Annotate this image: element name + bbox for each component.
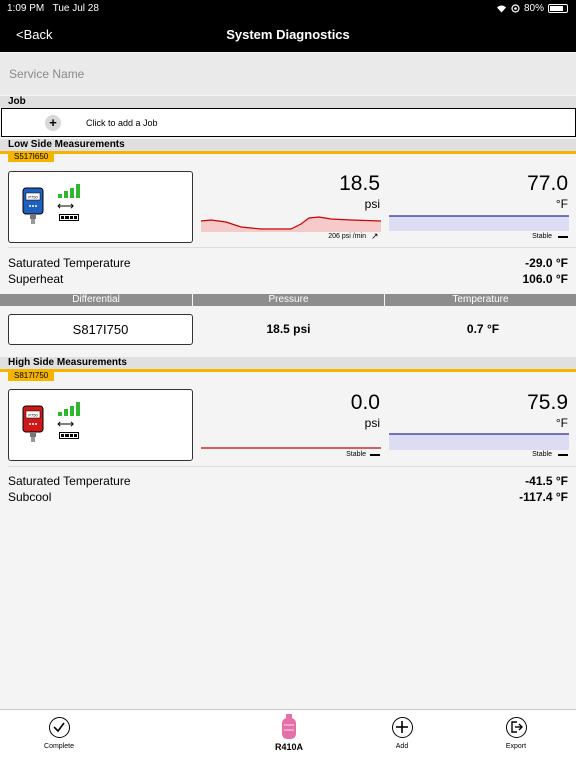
device-battery-icon — [59, 432, 79, 439]
device-battery-icon — [59, 214, 79, 221]
complete-label: Complete — [44, 743, 74, 750]
nav-bar: <Back System Diagnostics — [0, 18, 576, 52]
high-sat-temp-value: -41.5 °F — [525, 474, 568, 488]
refrigerant-label: R410A — [274, 742, 303, 752]
add-job-button[interactable]: + Click to add a Job — [1, 108, 576, 137]
job-header: Job — [0, 96, 576, 108]
high-temperature-unit: °F — [555, 416, 568, 430]
export-button[interactable]: Export — [476, 710, 556, 768]
high-pressure-unit: psi — [364, 416, 380, 430]
low-pressure-unit: psi — [364, 197, 380, 211]
differential-pressure-header: Pressure — [193, 294, 384, 306]
plus-icon: + — [45, 115, 61, 131]
complete-button[interactable]: Complete — [19, 710, 99, 768]
refrigerant-cylinder-icon — [282, 714, 296, 739]
high-side-serial-tag: S817I750 — [8, 371, 55, 381]
low-side-divider — [8, 247, 576, 248]
add-button[interactable]: Add — [362, 710, 442, 768]
low-side-device-card[interactable]: P750 ⟷ — [8, 171, 193, 243]
add-circle-icon — [392, 717, 413, 738]
high-side-divider — [8, 466, 576, 467]
stable-dash — [558, 454, 568, 456]
high-temperature-graph — [389, 433, 569, 450]
differential-temperature-header: Temperature — [385, 294, 576, 306]
low-temperature-unit: °F — [555, 197, 568, 211]
stable-dash — [370, 454, 380, 456]
differential-header: Differential — [0, 294, 192, 306]
bidirectional-arrow-icon: ⟷ — [57, 417, 75, 431]
subcool-label: Subcool — [8, 490, 52, 504]
add-label: Add — [395, 743, 409, 750]
subcool-value: -117.4 °F — [519, 490, 568, 504]
differential-pressure-value: 18.5 psi — [266, 322, 311, 336]
low-temperature-value: 77.0 — [527, 172, 568, 195]
battery-icon — [548, 4, 568, 13]
high-temperature-status: Stable — [532, 451, 552, 458]
high-sat-temp-label: Saturated Temperature — [8, 474, 131, 488]
low-sat-temp-label: Saturated Temperature — [8, 256, 131, 270]
high-pressure-graph — [201, 447, 381, 449]
superheat-label: Superheat — [8, 272, 64, 286]
high-pressure-status: Stable — [346, 451, 366, 458]
low-temperature-status: Stable — [532, 233, 552, 240]
signal-icon — [58, 184, 80, 198]
low-pressure-rate: 206 psi /min — [328, 233, 366, 240]
high-side-device-card[interactable]: P750 ⟷ — [8, 389, 193, 461]
low-pressure-value: 18.5 — [339, 172, 380, 195]
signal-icon — [58, 402, 80, 416]
page-title: System Diagnostics — [226, 27, 350, 42]
low-temperature-graph — [389, 215, 569, 231]
service-name-input[interactable] — [0, 53, 576, 95]
bidirectional-arrow-icon: ⟷ — [57, 199, 75, 213]
high-temperature-value: 75.9 — [527, 391, 568, 414]
high-pressure-value: 0.0 — [350, 391, 380, 414]
low-probe-icon: P750 — [22, 187, 44, 224]
status-bar: 1:09 PM Tue Jul 28 80% — [0, 0, 576, 18]
wifi-icon — [496, 5, 506, 13]
stable-dash — [558, 236, 568, 238]
bottom-tab-bar: Complete R410A Add Export — [0, 709, 576, 768]
add-job-label: Click to add a Job — [86, 118, 158, 128]
low-side-header: Low Side Measurements — [0, 139, 576, 151]
high-side-header: High Side Measurements — [0, 357, 576, 369]
low-side-accent-line — [0, 151, 576, 154]
svg-text:P750: P750 — [28, 413, 38, 418]
superheat-value: 106.0 °F — [522, 272, 569, 286]
status-time: 1:09 PM Tue Jul 28 — [7, 3, 99, 14]
battery-percent: 80% — [523, 3, 544, 14]
export-label: Export — [505, 743, 527, 750]
export-icon — [506, 717, 527, 738]
differential-serial-button[interactable]: S817I750 — [8, 314, 193, 345]
low-sat-temp-value: -29.0 °F — [525, 256, 568, 270]
svg-text:P750: P750 — [28, 195, 38, 200]
rising-arrow-icon: ↗ — [371, 231, 379, 241]
high-probe-icon: P750 — [22, 405, 44, 442]
location-icon — [511, 4, 520, 13]
checkmark-icon — [49, 717, 70, 738]
differential-temperature-value: 0.7 °F — [466, 322, 500, 336]
low-side-serial-tag: S517I650 — [8, 152, 55, 162]
status-right: 80% — [496, 3, 568, 14]
refrigerant-button[interactable]: R410A — [249, 710, 329, 768]
low-pressure-graph — [201, 216, 381, 232]
high-side-accent-line — [0, 369, 576, 372]
